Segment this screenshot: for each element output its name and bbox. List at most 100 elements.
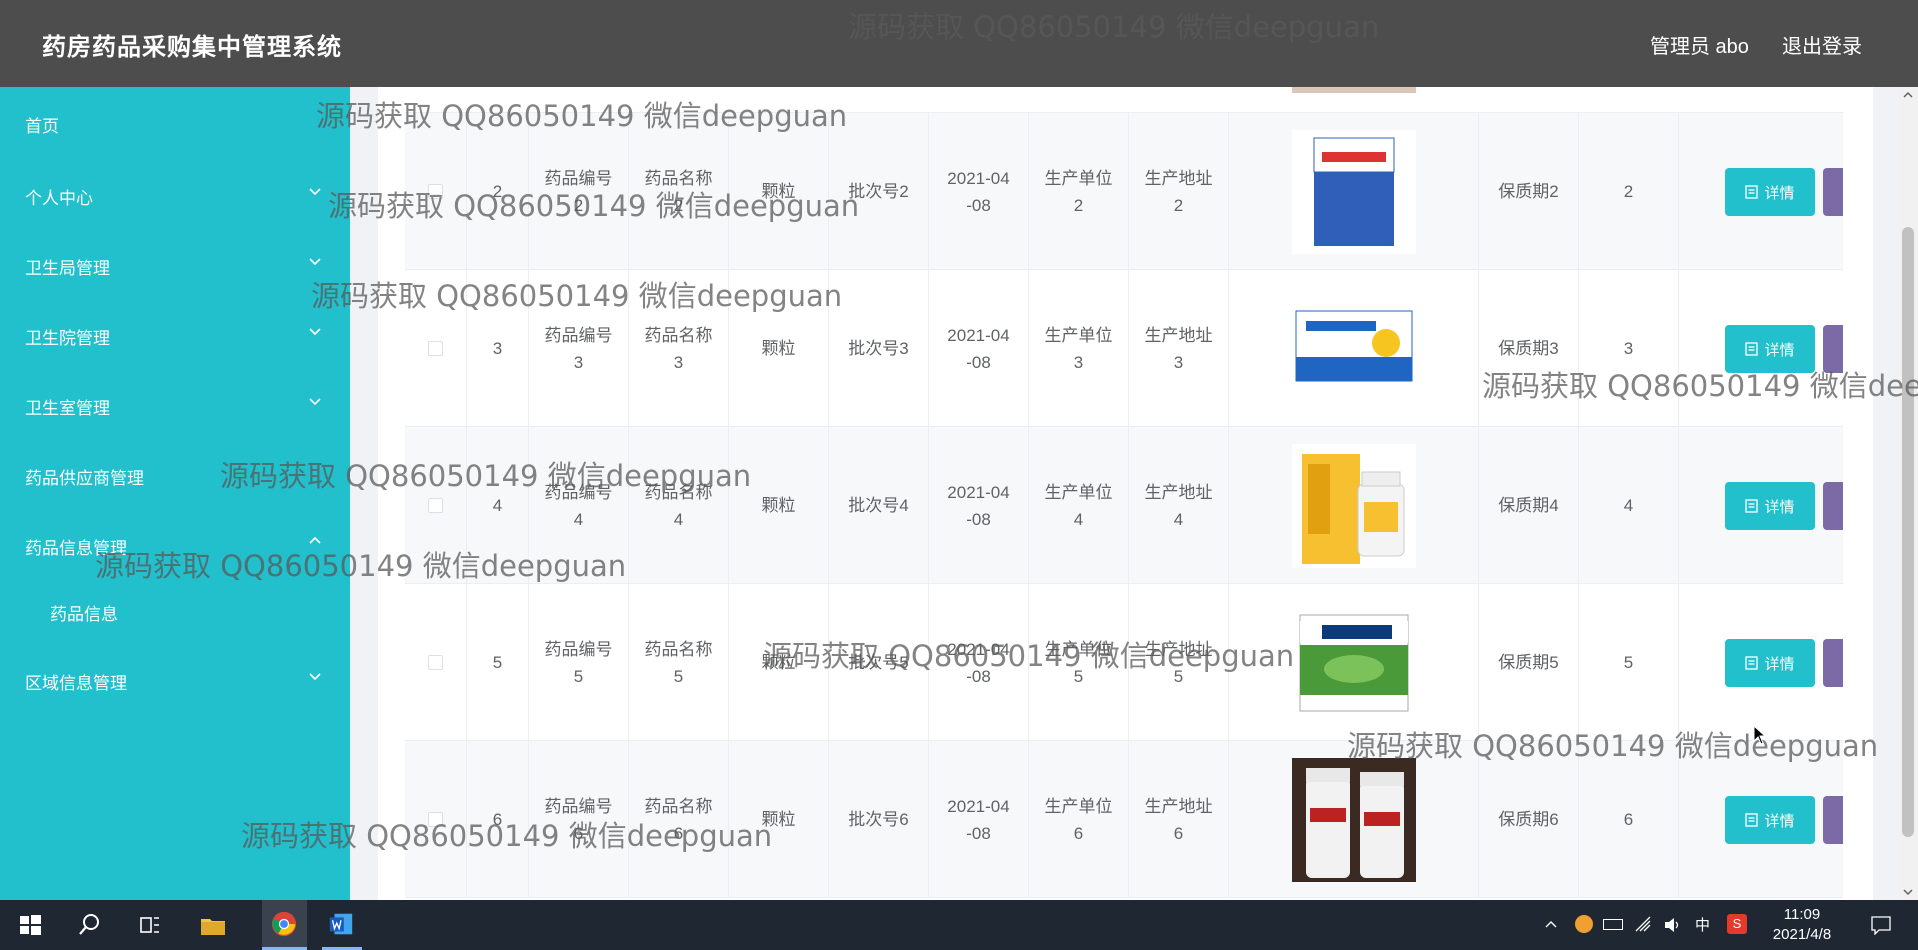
cell-text-line: 药品名称 — [644, 796, 713, 816]
admin-user-label: 管理员 abo — [1650, 36, 1749, 58]
windows-start-icon[interactable] — [15, 910, 45, 940]
sidebar-item-health-bureau[interactable]: 卫生局管理 — [0, 239, 350, 289]
scrollbar-thumb[interactable] — [1902, 227, 1914, 837]
row-checkbox[interactable] — [428, 184, 443, 199]
product-image — [1291, 443, 1416, 568]
tray-expand-icon[interactable] — [1544, 918, 1558, 932]
cell-text: 药品名称 2 — [629, 165, 728, 219]
cell-text: 颗粒 — [761, 496, 796, 515]
cell-code: 药品编号 4 — [529, 427, 629, 584]
cell-text-line: 生产单位 — [1044, 639, 1113, 659]
cell-text-line: 4 — [673, 509, 684, 529]
detail-button[interactable]: 详情 — [1725, 482, 1815, 530]
product-image-cell — [1229, 741, 1479, 898]
cell-text-line: 生产单位 — [1044, 325, 1113, 345]
cell-text-line: 生产地址 — [1144, 325, 1213, 345]
cell-text-line: 药品编号 — [544, 325, 613, 345]
cell-text-line: -08 — [966, 352, 991, 372]
product-image-partial — [1292, 87, 1416, 93]
cell-shelf: 保质期4 — [1479, 427, 1579, 584]
battery-icon[interactable] — [1603, 919, 1623, 930]
system-clock[interactable]: 11:09 2021/4/8 — [1762, 905, 1842, 945]
sidebar-item-health-center[interactable]: 卫生院管理 — [0, 309, 350, 359]
vertical-scrollbar[interactable] — [1898, 87, 1918, 900]
table-row[interactable]: 5 药品编号 5 药品名称 5 颗粒 批次号5 2021-04 -08 生产单位 5 生产地址 5 保质期… — [405, 584, 1843, 741]
cell-shelf: 保质期6 — [1479, 741, 1579, 898]
table-row[interactable]: 3 药品编号 3 药品名称 3 颗粒 批次号3 2021-04 -08 生产单位 3 生产地址 3 保质期… — [405, 270, 1843, 427]
row-checkbox[interactable] — [428, 498, 443, 513]
cell-unit: 生产单位 5 — [1029, 584, 1129, 741]
cell-text: 6 — [1623, 810, 1634, 829]
table-row[interactable]: 6 药品编号 6 药品名称 6 颗粒 批次号6 2021-04 -08 生产单位 6 生产地址 6 保质期… — [405, 741, 1843, 898]
detail-button[interactable]: 详情 — [1725, 639, 1815, 687]
sidebar-item-clinic[interactable]: 卫生室管理 — [0, 379, 350, 429]
cell-text: 生产地址 6 — [1129, 793, 1228, 847]
word-app-icon[interactable] — [322, 900, 362, 950]
cell-text-line: 6 — [1073, 823, 1084, 843]
cell-name: 药品名称 5 — [629, 584, 729, 741]
sidebar-subitem-drug-info[interactable]: 药品信息 — [0, 585, 350, 635]
sidebar-item-drug-info-management[interactable]: 药品信息管理 — [0, 519, 350, 569]
cell-text-line: 2021-04 — [947, 482, 1010, 502]
qq-tray-icon[interactable] — [1575, 915, 1593, 933]
sidebar-item-label: 区域信息管理 — [25, 674, 127, 693]
edit-button-partial[interactable] — [1823, 796, 1843, 844]
cell-qty: 4 — [1579, 427, 1679, 584]
logout-link[interactable]: 退出登录 — [1782, 30, 1862, 59]
row-select-cell — [405, 270, 467, 427]
cell-date: 2021-04 -08 — [929, 741, 1029, 898]
cell-text-line: 2021-04 — [947, 796, 1010, 816]
search-icon[interactable] — [75, 910, 105, 940]
cell-batch: 批次号6 — [829, 741, 929, 898]
cell-text: 药品名称 3 — [629, 322, 728, 376]
sidebar-item-label: 药品信息管理 — [25, 539, 127, 558]
cell-text: 保质期3 — [1498, 339, 1559, 358]
row-checkbox[interactable] — [428, 812, 443, 827]
cell-batch: 批次号3 — [829, 270, 929, 427]
chevron-up-icon — [308, 533, 322, 547]
cell-text: 3 — [492, 339, 503, 358]
row-checkbox[interactable] — [428, 655, 443, 670]
cell-text: 批次号2 — [848, 182, 909, 201]
edit-button-partial[interactable] — [1823, 168, 1843, 216]
cell-name: 药品名称 6 — [629, 741, 729, 898]
cell-text-line: 药品名称 — [644, 325, 713, 345]
cell-text: 2021-04 -08 — [929, 322, 1028, 376]
cell-text-line: 2021-04 — [947, 168, 1010, 188]
cell-text: 药品编号 6 — [529, 793, 628, 847]
edit-button-partial[interactable] — [1823, 482, 1843, 530]
sogou-ime-icon[interactable]: S — [1727, 914, 1747, 934]
detail-button-label: 详情 — [1764, 184, 1795, 202]
cell-addr: 生产地址 2 — [1129, 113, 1229, 270]
cell-text-line: 药品编号 — [544, 482, 613, 502]
scroll-up-icon[interactable] — [1903, 90, 1913, 100]
cell-unit: 生产单位 6 — [1029, 741, 1129, 898]
file-explorer-icon[interactable] — [198, 910, 228, 940]
volume-icon[interactable] — [1662, 915, 1682, 935]
cell-form: 颗粒 — [729, 270, 829, 427]
row-checkbox[interactable] — [428, 341, 443, 356]
chrome-browser-icon[interactable] — [262, 900, 307, 950]
ime-indicator[interactable]: 中 — [1695, 914, 1710, 935]
sidebar-item-supplier[interactable]: 药品供应商管理 — [0, 449, 350, 499]
detail-button[interactable]: 详情 — [1725, 325, 1815, 373]
cell-text-line: 2021-04 — [947, 639, 1010, 659]
sidebar-item-home[interactable]: 首页 — [0, 97, 350, 147]
detail-button[interactable]: 详情 — [1725, 796, 1815, 844]
cell-text: 5 — [492, 653, 503, 672]
sidebar-item-personal-center[interactable]: 个人中心 — [0, 169, 350, 219]
detail-button[interactable]: 详情 — [1725, 168, 1815, 216]
task-view-icon[interactable] — [135, 910, 165, 940]
cell-text-line: 5 — [1073, 666, 1084, 686]
cell-date: 2021-04 -08 — [929, 427, 1029, 584]
table-row[interactable]: 2 药品编号 2 药品名称 2 颗粒 批次号2 2021-04 -08 生产单位 2 生产地址 2 保质期… — [405, 113, 1843, 270]
scroll-down-icon[interactable] — [1903, 887, 1913, 897]
cell-text-line: 药品编号 — [544, 796, 613, 816]
edit-button-partial[interactable] — [1823, 325, 1843, 373]
network-icon[interactable] — [1633, 914, 1653, 934]
edit-button-partial[interactable] — [1823, 639, 1843, 687]
notification-icon[interactable] — [1870, 915, 1892, 935]
table-row[interactable]: 4 药品编号 4 药品名称 4 颗粒 批次号4 2021-04 -08 生产单位 4 生产地址 4 保质期… — [405, 427, 1843, 584]
sidebar-item-region-info[interactable]: 区域信息管理 — [0, 654, 350, 704]
cell-text-line: 3 — [673, 352, 684, 372]
